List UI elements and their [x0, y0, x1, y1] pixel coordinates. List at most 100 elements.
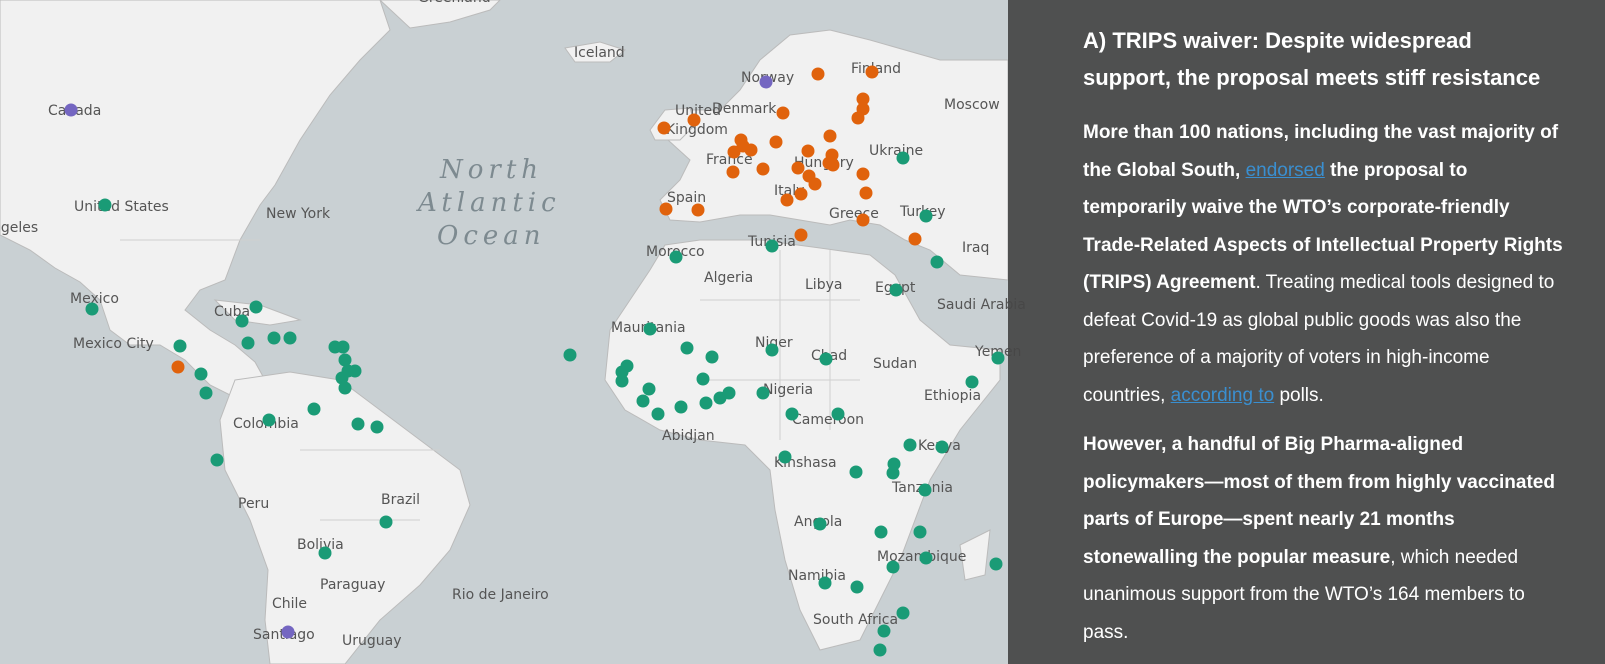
oppose-country-marker[interactable] — [801, 144, 815, 158]
oppose-country-marker[interactable] — [908, 232, 922, 246]
support-country-marker[interactable] — [831, 407, 845, 421]
oppose-country-marker[interactable] — [780, 193, 794, 207]
support-country-marker[interactable] — [669, 250, 683, 264]
other-country-marker[interactable] — [281, 625, 295, 639]
oppose-country-marker[interactable] — [856, 167, 870, 181]
support-country-marker[interactable] — [889, 283, 903, 297]
oppose-country-marker[interactable] — [657, 121, 671, 135]
support-country-marker[interactable] — [636, 394, 650, 408]
support-country-marker[interactable] — [283, 331, 297, 345]
support-country-marker[interactable] — [919, 551, 933, 565]
oppose-country-marker[interactable] — [856, 213, 870, 227]
support-country-marker[interactable] — [818, 576, 832, 590]
support-country-marker[interactable] — [318, 546, 332, 560]
support-country-marker[interactable] — [991, 351, 1005, 365]
support-country-marker[interactable] — [873, 643, 887, 657]
oppose-country-marker[interactable] — [859, 186, 873, 200]
oppose-country-marker[interactable] — [756, 162, 770, 176]
support-country-marker[interactable] — [351, 417, 365, 431]
support-country-marker[interactable] — [903, 438, 917, 452]
support-country-marker[interactable] — [651, 407, 665, 421]
support-country-marker[interactable] — [705, 350, 719, 364]
support-country-marker[interactable] — [241, 336, 255, 350]
support-country-marker[interactable] — [249, 300, 263, 314]
oppose-country-marker[interactable] — [791, 161, 805, 175]
support-country-marker[interactable] — [785, 407, 799, 421]
oppose-country-marker[interactable] — [822, 156, 836, 170]
support-country-marker[interactable] — [989, 557, 1003, 571]
support-country-marker[interactable] — [267, 331, 281, 345]
support-country-marker[interactable] — [348, 364, 362, 378]
support-country-marker[interactable] — [930, 255, 944, 269]
support-country-marker[interactable] — [643, 322, 657, 336]
support-country-marker[interactable] — [722, 386, 736, 400]
support-country-marker[interactable] — [210, 453, 224, 467]
support-country-marker[interactable] — [765, 239, 779, 253]
oppose-country-marker[interactable] — [851, 111, 865, 125]
according-to-link[interactable]: according to — [1171, 385, 1275, 406]
support-country-marker[interactable] — [674, 400, 688, 414]
other-country-marker[interactable] — [759, 75, 773, 89]
oppose-country-marker[interactable] — [808, 177, 822, 191]
support-country-marker[interactable] — [886, 466, 900, 480]
support-country-marker[interactable] — [370, 420, 384, 434]
support-country-marker[interactable] — [877, 624, 891, 638]
support-country-marker[interactable] — [935, 440, 949, 454]
support-country-marker[interactable] — [336, 340, 350, 354]
oppose-country-marker[interactable] — [769, 135, 783, 149]
support-country-marker[interactable] — [896, 606, 910, 620]
support-country-marker[interactable] — [913, 525, 927, 539]
place-label: ngeles — [0, 220, 38, 236]
support-country-marker[interactable] — [98, 198, 112, 212]
support-country-marker[interactable] — [615, 374, 629, 388]
place-label: Libya — [805, 277, 842, 293]
support-country-marker[interactable] — [642, 382, 656, 396]
oppose-country-marker[interactable] — [659, 202, 673, 216]
oppose-country-marker[interactable] — [726, 165, 740, 179]
support-country-marker[interactable] — [850, 580, 864, 594]
oppose-country-marker[interactable] — [865, 65, 879, 79]
support-country-marker[interactable] — [965, 375, 979, 389]
oppose-country-marker[interactable] — [776, 106, 790, 120]
oppose-country-marker[interactable] — [171, 360, 185, 374]
story-panel-content: A) TRIPS waiver: Despite widespread supp… — [1083, 22, 1565, 663]
support-country-marker[interactable] — [262, 413, 276, 427]
oppose-country-marker[interactable] — [687, 113, 701, 127]
support-country-marker[interactable] — [563, 348, 577, 362]
support-country-marker[interactable] — [919, 209, 933, 223]
support-country-marker[interactable] — [765, 343, 779, 357]
oppose-country-marker[interactable] — [794, 228, 808, 242]
support-country-marker[interactable] — [756, 386, 770, 400]
oppose-country-marker[interactable] — [811, 67, 825, 81]
support-country-marker[interactable] — [235, 314, 249, 328]
oppose-country-marker[interactable] — [691, 203, 705, 217]
place-label: Greenland — [418, 0, 491, 6]
support-country-marker[interactable] — [194, 367, 208, 381]
support-country-marker[interactable] — [338, 353, 352, 367]
support-country-marker[interactable] — [173, 339, 187, 353]
oppose-country-marker[interactable] — [727, 145, 741, 159]
support-country-marker[interactable] — [696, 372, 710, 386]
endorsed-link[interactable]: endorsed — [1246, 160, 1325, 181]
support-country-marker[interactable] — [338, 381, 352, 395]
place-label: United States — [74, 199, 169, 215]
support-country-marker[interactable] — [819, 352, 833, 366]
support-country-marker[interactable] — [813, 517, 827, 531]
oppose-country-marker[interactable] — [794, 187, 808, 201]
support-country-marker[interactable] — [874, 525, 888, 539]
support-country-marker[interactable] — [886, 560, 900, 574]
support-country-marker[interactable] — [379, 515, 393, 529]
support-country-marker[interactable] — [918, 483, 932, 497]
support-country-marker[interactable] — [699, 396, 713, 410]
panel-title: A) TRIPS waiver: Despite widespread supp… — [1083, 28, 1541, 90]
place-label: Peru — [238, 496, 269, 512]
support-country-marker[interactable] — [680, 341, 694, 355]
support-country-marker[interactable] — [307, 402, 321, 416]
other-country-marker[interactable] — [64, 103, 78, 117]
support-country-marker[interactable] — [896, 151, 910, 165]
support-country-marker[interactable] — [85, 302, 99, 316]
oppose-country-marker[interactable] — [823, 129, 837, 143]
support-country-marker[interactable] — [778, 450, 792, 464]
support-country-marker[interactable] — [849, 465, 863, 479]
support-country-marker[interactable] — [199, 386, 213, 400]
